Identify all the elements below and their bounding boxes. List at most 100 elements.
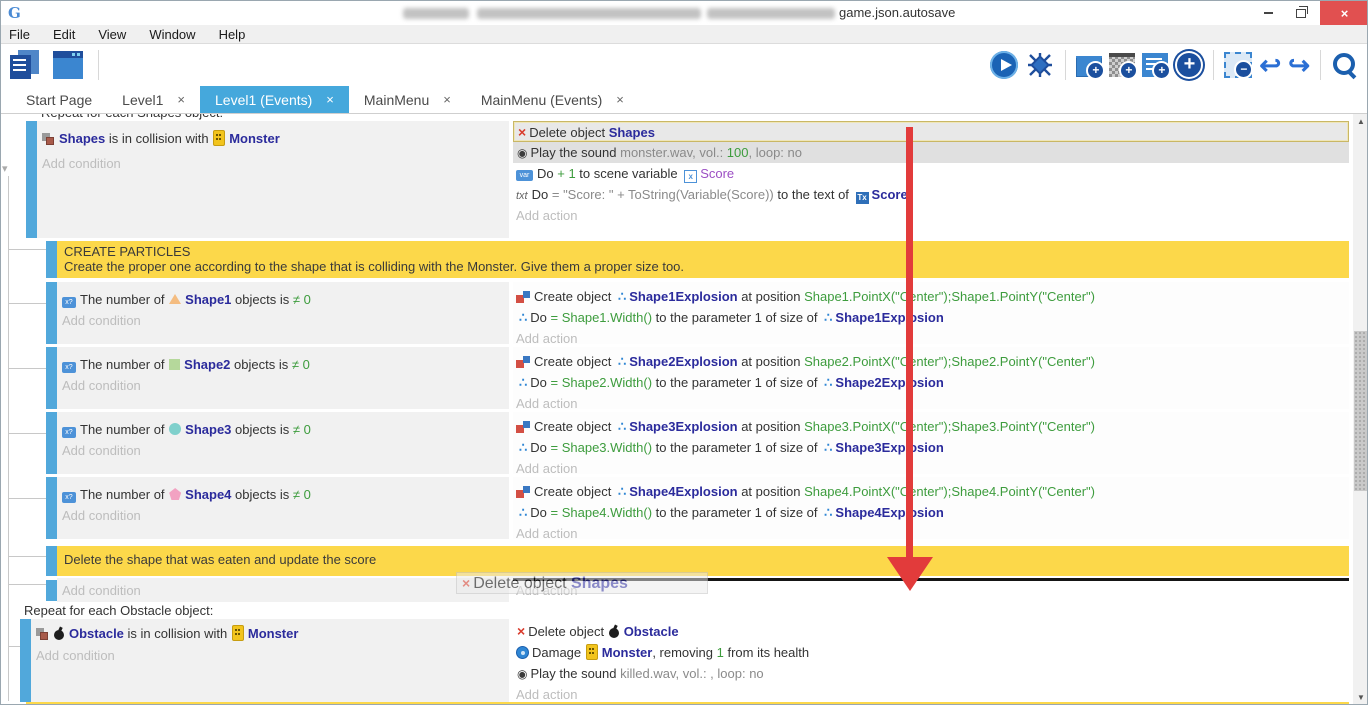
- collision-icon: [42, 133, 55, 145]
- add-condition-button[interactable]: Add condition: [62, 505, 509, 526]
- add-action-button[interactable]: Add action: [513, 328, 1349, 349]
- repeat-obstacle-header[interactable]: Repeat for each Obstacle object:: [24, 603, 213, 618]
- tab-start-page[interactable]: Start Page: [11, 86, 107, 113]
- event2-actions: ×Delete object Obstacle Damage Monster, …: [513, 619, 1349, 702]
- dragged-action-ghost[interactable]: ×Delete object Shapes: [456, 572, 708, 594]
- shape2-conditions: x?The number of Shape2 objects is ≠ 0 Ad…: [57, 347, 509, 409]
- action-play-sound-killed[interactable]: ◉Play the sound killed.wav, vol.: , loop…: [513, 663, 1349, 684]
- plus-badge-icon: +: [1152, 61, 1171, 80]
- monster-object-icon: [213, 130, 225, 146]
- restore-button[interactable]: [1285, 1, 1317, 25]
- shape4-actions: Create object ∴Shape4Explosion at positi…: [513, 477, 1349, 539]
- play-icon[interactable]: [990, 51, 1018, 79]
- menu-window[interactable]: Window: [149, 27, 195, 42]
- add-condition-button[interactable]: Add condition: [62, 375, 509, 396]
- comment-selection-bar[interactable]: [46, 546, 57, 576]
- condition-obstacle-collision[interactable]: Obstacle is in collision with Monster: [36, 623, 509, 644]
- undo-icon[interactable]: ↩: [1259, 50, 1281, 80]
- menu-help[interactable]: Help: [219, 27, 246, 42]
- action-damage-monster[interactable]: Damage Monster, removing 1 from its heal…: [513, 642, 1349, 663]
- add-condition-button[interactable]: Add condition: [36, 645, 509, 666]
- object-count-icon: x?: [62, 492, 76, 503]
- shape1-conditions: x?The number of Shape1 objects is ≠ 0 Ad…: [57, 282, 509, 344]
- scrollbar-thumb[interactable]: [1354, 331, 1368, 491]
- redo-icon[interactable]: ↪: [1288, 50, 1310, 80]
- collapse-expander-icon[interactable]: ▾: [2, 162, 8, 175]
- scroll-down-icon[interactable]: ▼: [1353, 690, 1368, 705]
- condition-count-shape3[interactable]: x?The number of Shape3 objects is ≠ 0: [62, 419, 509, 440]
- add-condition-button[interactable]: Add condition: [62, 440, 509, 461]
- delete-selection-icon[interactable]: −: [1224, 52, 1252, 78]
- action-set-size-shape3[interactable]: ∴Do = Shape3.Width() to the parameter 1 …: [513, 437, 1349, 458]
- condition-count-shape4[interactable]: x?The number of Shape4 objects is ≠ 0: [62, 484, 509, 505]
- action-create-shape4explosion[interactable]: Create object ∴Shape4Explosion at positi…: [513, 481, 1349, 502]
- redacted-title-segment: [403, 8, 469, 19]
- particles-icon: ∴: [618, 289, 626, 304]
- event-selection-bar[interactable]: [46, 580, 57, 601]
- action-set-size-shape1[interactable]: ∴Do = Shape1.Width() to the parameter 1 …: [513, 307, 1349, 328]
- tab-level1-events[interactable]: Level1 (Events)×: [200, 86, 349, 113]
- close-button[interactable]: ×: [1320, 1, 1368, 25]
- add-condition-button[interactable]: Add condition: [42, 153, 509, 174]
- project-manager-icon[interactable]: [9, 49, 41, 81]
- action-create-shape1explosion[interactable]: Create object ∴Shape1Explosion at positi…: [513, 286, 1349, 307]
- comment-create-particles[interactable]: CREATE PARTICLES Create the proper one a…: [57, 241, 1349, 278]
- tree-tick: [8, 498, 46, 499]
- action-create-shape2explosion[interactable]: Create object ∴Shape2Explosion at positi…: [513, 351, 1349, 372]
- action-set-size-shape4[interactable]: ∴Do = Shape4.Width() to the parameter 1 …: [513, 502, 1349, 523]
- comment-selection-bar[interactable]: [46, 241, 57, 278]
- tree-tick: [8, 303, 46, 304]
- drop-row-conditions: Add condition: [57, 578, 509, 602]
- search-icon[interactable]: [1331, 51, 1359, 79]
- vertical-scrollbar[interactable]: ▲ ▼: [1353, 114, 1368, 705]
- tab-close-icon[interactable]: ×: [616, 92, 624, 107]
- debug-bug-icon[interactable]: [1025, 50, 1055, 80]
- event-selection-bar[interactable]: [20, 619, 31, 702]
- add-condition-button[interactable]: Add condition: [62, 310, 509, 331]
- shape3-actions: Create object ∴Shape3Explosion at positi…: [513, 412, 1349, 474]
- event-selection-bar[interactable]: [46, 347, 57, 409]
- menu-view[interactable]: View: [98, 27, 126, 42]
- add-action-button[interactable]: Add action: [513, 393, 1349, 414]
- gdevelop-logo-icon: G: [8, 4, 21, 22]
- toolbar-right: + + + + − ↩ ↪: [990, 47, 1359, 83]
- add-event-icon[interactable]: +: [1076, 53, 1102, 77]
- menu-edit[interactable]: Edit: [53, 27, 75, 42]
- add-action-button[interactable]: Add action: [513, 523, 1349, 544]
- action-delete-shapes[interactable]: ×Delete object Shapes: [513, 121, 1349, 142]
- event-selection-bar[interactable]: [26, 121, 37, 238]
- event-selection-bar[interactable]: [46, 412, 57, 474]
- action-delete-obstacle[interactable]: ×Delete object Obstacle: [513, 621, 1349, 642]
- add-comment-icon[interactable]: +: [1142, 53, 1168, 77]
- particles-icon: ∴: [519, 505, 527, 520]
- action-set-size-shape2[interactable]: ∴Do = Shape2.Width() to the parameter 1 …: [513, 372, 1349, 393]
- particles-icon: ∴: [824, 310, 832, 325]
- action-play-sound-monster[interactable]: ◉Play the sound monster.wav, vol.: 100, …: [513, 142, 1349, 163]
- event-selection-bar[interactable]: [46, 282, 57, 344]
- add-action-button[interactable]: Add action: [513, 205, 1349, 226]
- tab-mainmenu[interactable]: MainMenu×: [349, 86, 466, 113]
- condition-count-shape1[interactable]: x?The number of Shape1 objects is ≠ 0: [62, 289, 509, 310]
- scroll-up-icon[interactable]: ▲: [1353, 114, 1368, 130]
- tab-mainmenu-events[interactable]: MainMenu (Events)×: [466, 86, 639, 113]
- action-change-scene-variable[interactable]: varDo + 1 to scene variable xScore: [513, 163, 1349, 184]
- plus-badge-icon: +: [1119, 61, 1138, 80]
- add-action-button[interactable]: Add action: [513, 458, 1349, 479]
- action-create-shape3explosion[interactable]: Create object ∴Shape3Explosion at positi…: [513, 416, 1349, 437]
- tab-close-icon[interactable]: ×: [443, 92, 451, 107]
- add-other-event-icon[interactable]: +: [1175, 51, 1203, 79]
- add-subevent-icon[interactable]: +: [1109, 53, 1135, 77]
- condition-count-shape2[interactable]: x?The number of Shape2 objects is ≠ 0: [62, 354, 509, 375]
- tab-close-icon[interactable]: ×: [177, 92, 185, 107]
- event-selection-bar[interactable]: [46, 477, 57, 539]
- tab-close-icon[interactable]: ×: [326, 92, 334, 107]
- action-change-text[interactable]: txtDo = "Score: " + ToString(Variable(Sc…: [513, 184, 1349, 205]
- minus-badge-icon: −: [1234, 60, 1253, 79]
- add-condition-button[interactable]: Add condition: [62, 580, 509, 601]
- scene-editor-icon[interactable]: [53, 51, 83, 79]
- tab-level1[interactable]: Level1×: [107, 86, 200, 113]
- menu-file[interactable]: File: [9, 27, 30, 42]
- condition-collision[interactable]: Shapes is in collision with Monster: [42, 128, 509, 149]
- minimize-button[interactable]: [1253, 1, 1283, 25]
- particles-icon: ∴: [824, 440, 832, 455]
